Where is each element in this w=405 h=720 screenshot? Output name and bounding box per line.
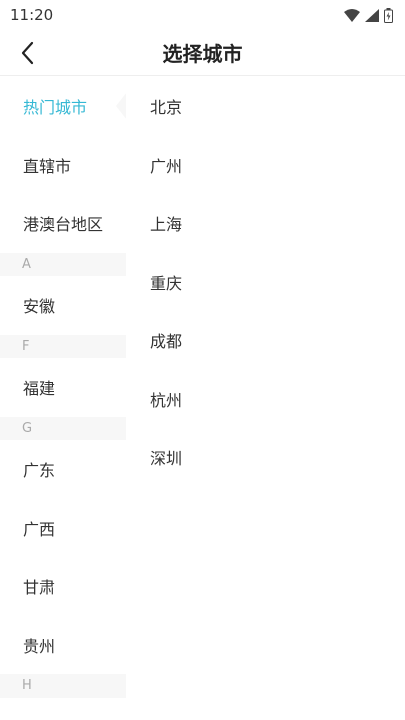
sidebar-item[interactable]: 安徽 (0, 276, 126, 335)
section-header: F (0, 334, 126, 358)
city-item[interactable]: 上海 (126, 194, 405, 253)
page-title: 选择城市 (162, 42, 243, 66)
sidebar-item[interactable]: 甘肃 (0, 557, 126, 616)
status-icons (344, 7, 393, 23)
status-bar: 11:20 (0, 0, 405, 30)
sidebar-item[interactable]: 港澳台地区 (0, 194, 126, 253)
province-sidebar[interactable]: 热门城市直辖市港澳台地区 A 安徽 F 福建 G 广东广西甘肃贵州 H 海南 (0, 77, 126, 720)
title-bar: 选择城市 (0, 30, 405, 76)
city-item[interactable]: 成都 (126, 311, 405, 370)
wifi-icon (344, 8, 360, 22)
battery-icon (384, 7, 393, 23)
section-header: G (0, 416, 126, 440)
status-time: 11:20 (10, 6, 54, 24)
section-header: A (0, 252, 126, 276)
section-header: H (0, 674, 126, 698)
sidebar-item-label: 安徽 (23, 297, 56, 317)
sidebar-item[interactable]: 贵州 (0, 615, 126, 674)
section-letter: F (22, 338, 30, 354)
section-letter: H (22, 678, 32, 694)
sidebar-item-label: 广西 (23, 519, 56, 539)
city-item[interactable]: 北京 (126, 77, 405, 136)
section-letter: G (22, 420, 33, 436)
city-item[interactable]: 深圳 (126, 428, 405, 487)
sidebar-item-label: 海南 (23, 715, 55, 720)
back-button[interactable] (10, 36, 44, 70)
sidebar-item[interactable]: 广东 (0, 440, 126, 499)
section-letter: A (22, 256, 31, 272)
sidebar-item-label: 贵州 (23, 636, 56, 656)
sidebar-item[interactable]: 福建 (0, 358, 126, 417)
sidebar-item-label: 福建 (23, 379, 56, 399)
active-indicator-icon (116, 93, 126, 119)
sidebar-item[interactable]: 海南 (0, 697, 126, 720)
city-item[interactable]: 重庆 (126, 253, 405, 312)
signal-icon (365, 8, 379, 22)
sidebar-item-label: 甘肃 (23, 578, 56, 598)
sidebar-item-label: 直辖市 (23, 156, 72, 176)
sidebar-item[interactable]: 直辖市 (0, 135, 126, 194)
sidebar-item[interactable]: 广西 (0, 498, 126, 557)
chevron-left-icon (21, 41, 34, 65)
sidebar-item[interactable]: 热门城市 (0, 77, 126, 136)
city-item[interactable]: 杭州 (126, 370, 405, 429)
city-item[interactable]: 广州 (126, 136, 405, 195)
sidebar-item-label: 港澳台地区 (23, 215, 104, 235)
sidebar-item-label: 广东 (23, 461, 56, 481)
sidebar-item-label: 热门城市 (23, 98, 88, 118)
city-list: 北京 广州 上海 重庆 成都 杭州 深圳 (126, 77, 405, 720)
